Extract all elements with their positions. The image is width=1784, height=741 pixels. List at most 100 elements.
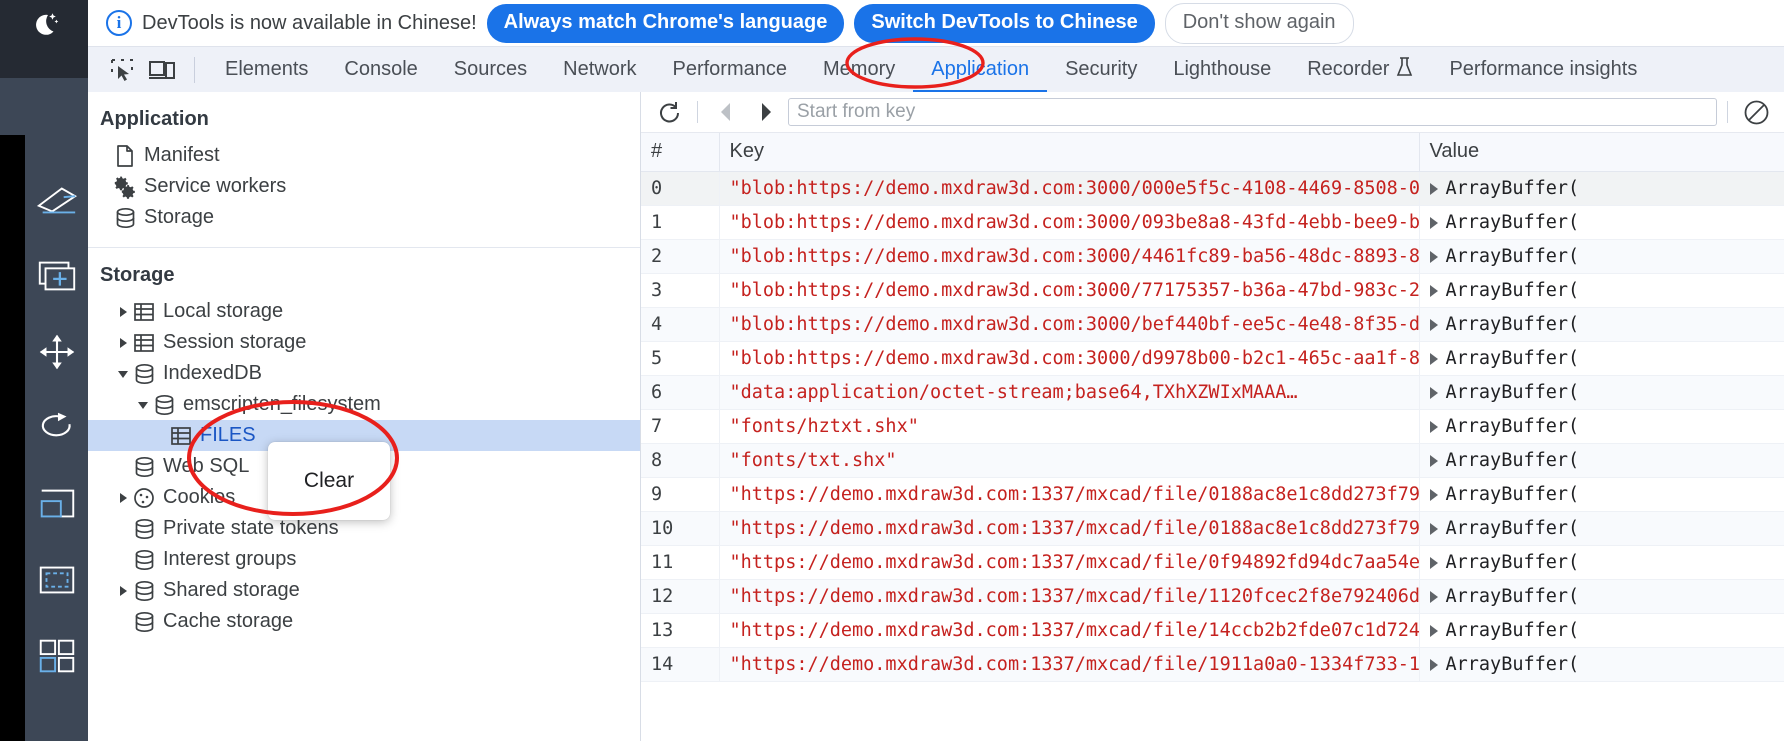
expand-arrow-icon[interactable]	[1430, 455, 1438, 467]
value-text: ArrayBuffer(	[1446, 620, 1580, 641]
expand-arrow-icon[interactable]	[1430, 251, 1438, 263]
cell-index: 1	[641, 205, 719, 239]
chevron-right-icon[interactable]	[114, 306, 131, 318]
chevron-right-icon[interactable]	[114, 492, 131, 504]
sidebar-item-local-storage[interactable]: Local storage	[88, 296, 640, 327]
device-toolbar-icon[interactable]	[142, 50, 182, 90]
refresh-icon[interactable]	[651, 96, 687, 128]
tab-application[interactable]: Application	[913, 47, 1047, 93]
table-row[interactable]: 12"https://demo.mxdraw3d.com:1337/mxcad/…	[641, 579, 1784, 613]
table-row[interactable]: 5"blob:https://demo.mxdraw3d.com:3000/d9…	[641, 341, 1784, 375]
grid-layout-icon[interactable]	[35, 636, 79, 676]
chevron-down-icon[interactable]	[134, 400, 151, 410]
cell-value[interactable]: ArrayBuffer(	[1419, 171, 1784, 205]
cell-value[interactable]: ArrayBuffer(	[1419, 443, 1784, 477]
tab-elements[interactable]: Elements	[207, 47, 326, 93]
expand-arrow-icon[interactable]	[1430, 319, 1438, 331]
table-row[interactable]: 14"https://demo.mxdraw3d.com:1337/mxcad/…	[641, 647, 1784, 681]
sidebar-item-emscripten-filesystem[interactable]: emscripten_filesystem	[88, 389, 640, 420]
table-row[interactable]: 9"https://demo.mxdraw3d.com:1337/mxcad/f…	[641, 477, 1784, 511]
tab-network[interactable]: Network	[545, 47, 654, 93]
cell-value[interactable]: ArrayBuffer(	[1419, 477, 1784, 511]
cell-value[interactable]: ArrayBuffer(	[1419, 409, 1784, 443]
chevron-right-icon[interactable]	[114, 585, 131, 597]
cell-value[interactable]: ArrayBuffer(	[1419, 613, 1784, 647]
cell-value[interactable]: ArrayBuffer(	[1419, 273, 1784, 307]
table-row[interactable]: 8"fonts/txt.shx"ArrayBuffer(	[641, 443, 1784, 477]
cell-value[interactable]: ArrayBuffer(	[1419, 341, 1784, 375]
clear-object-store-icon[interactable]	[1738, 96, 1774, 128]
rotate-icon[interactable]	[35, 408, 79, 448]
dark-mode-moon-icon[interactable]	[0, 0, 88, 50]
cell-value[interactable]: ArrayBuffer(	[1419, 239, 1784, 273]
tab-security[interactable]: Security	[1047, 47, 1155, 93]
cell-value[interactable]: ArrayBuffer(	[1419, 647, 1784, 681]
expand-arrow-icon[interactable]	[1430, 421, 1438, 433]
expand-arrow-icon[interactable]	[1430, 523, 1438, 535]
expand-arrow-icon[interactable]	[1430, 591, 1438, 603]
sidebar-item-interest-groups[interactable]: Interest groups	[88, 544, 640, 575]
table-row[interactable]: 2"blob:https://demo.mxdraw3d.com:3000/44…	[641, 239, 1784, 273]
expand-arrow-icon[interactable]	[1430, 387, 1438, 399]
chevron-down-icon[interactable]	[114, 369, 131, 379]
tab-console[interactable]: Console	[326, 47, 435, 93]
experiment-flask-icon	[1396, 56, 1413, 83]
next-page-icon[interactable]	[748, 96, 784, 128]
expand-arrow-icon[interactable]	[1430, 285, 1438, 297]
add-layer-icon[interactable]	[35, 256, 79, 296]
cell-value[interactable]: ArrayBuffer(	[1419, 545, 1784, 579]
context-menu-item-clear[interactable]: Clear	[304, 469, 354, 493]
table-row[interactable]: 0"blob:https://demo.mxdraw3d.com:3000/00…	[641, 171, 1784, 205]
select-marquee-icon[interactable]	[35, 560, 79, 600]
table-row[interactable]: 13"https://demo.mxdraw3d.com:1337/mxcad/…	[641, 613, 1784, 647]
tab-performance[interactable]: Performance	[655, 47, 806, 93]
eraser-icon[interactable]	[35, 180, 79, 220]
start-from-key-input[interactable]	[788, 98, 1717, 126]
expand-arrow-icon[interactable]	[1430, 659, 1438, 671]
move-arrows-icon[interactable]	[35, 332, 79, 372]
scale-rect-icon[interactable]	[35, 484, 79, 524]
table-row[interactable]: 11"https://demo.mxdraw3d.com:1337/mxcad/…	[641, 545, 1784, 579]
chevron-right-icon[interactable]	[114, 337, 131, 349]
previous-page-icon[interactable]	[708, 96, 744, 128]
sidebar-item-session-storage[interactable]: Session storage	[88, 327, 640, 358]
expand-arrow-icon[interactable]	[1430, 217, 1438, 229]
column-header-value[interactable]: Value	[1419, 133, 1784, 171]
sidebar-item-indexeddb[interactable]: IndexedDB	[88, 358, 640, 389]
sidebar-item-manifest[interactable]: Manifest	[88, 140, 640, 171]
database-icon	[131, 549, 157, 571]
cell-value[interactable]: ArrayBuffer(	[1419, 307, 1784, 341]
cell-value[interactable]: ArrayBuffer(	[1419, 579, 1784, 613]
sidebar-item-cache-storage[interactable]: Cache storage	[88, 606, 640, 637]
table-row[interactable]: 10"https://demo.mxdraw3d.com:1337/mxcad/…	[641, 511, 1784, 545]
expand-arrow-icon[interactable]	[1430, 557, 1438, 569]
inspect-element-icon[interactable]	[102, 50, 142, 90]
table-row[interactable]: 3"blob:https://demo.mxdraw3d.com:3000/77…	[641, 273, 1784, 307]
cell-index: 13	[641, 613, 719, 647]
expand-arrow-icon[interactable]	[1430, 625, 1438, 637]
expand-arrow-icon[interactable]	[1430, 353, 1438, 365]
tab-performance-insights[interactable]: Performance insights	[1431, 47, 1655, 93]
tab-sources[interactable]: Sources	[436, 47, 545, 93]
cell-value[interactable]: ArrayBuffer(	[1419, 375, 1784, 409]
cell-value[interactable]: ArrayBuffer(	[1419, 511, 1784, 545]
column-header-index[interactable]: #	[641, 133, 719, 171]
expand-arrow-icon[interactable]	[1430, 489, 1438, 501]
table-row[interactable]: 7"fonts/hztxt.shx"ArrayBuffer(	[641, 409, 1784, 443]
sidebar-item-service-workers[interactable]: Service workers	[88, 171, 640, 202]
tab-recorder[interactable]: Recorder	[1289, 47, 1431, 93]
expand-arrow-icon[interactable]	[1430, 183, 1438, 195]
always-match-language-button[interactable]: Always match Chrome's language	[487, 4, 845, 43]
database-icon	[131, 611, 157, 633]
sidebar-item-shared-storage[interactable]: Shared storage	[88, 575, 640, 606]
sidebar-item-storage[interactable]: Storage	[88, 202, 640, 233]
table-row[interactable]: 4"blob:https://demo.mxdraw3d.com:3000/be…	[641, 307, 1784, 341]
table-row[interactable]: 6"data:application/octet-stream;base64,T…	[641, 375, 1784, 409]
switch-devtools-to-chinese-button[interactable]: Switch DevTools to Chinese	[854, 4, 1154, 43]
table-row[interactable]: 1"blob:https://demo.mxdraw3d.com:3000/09…	[641, 205, 1784, 239]
column-header-key[interactable]: Key	[719, 133, 1419, 171]
dont-show-again-button[interactable]: Don't show again	[1165, 3, 1354, 44]
tab-lighthouse[interactable]: Lighthouse	[1155, 47, 1289, 93]
cell-value[interactable]: ArrayBuffer(	[1419, 205, 1784, 239]
tab-memory[interactable]: Memory	[805, 47, 913, 93]
